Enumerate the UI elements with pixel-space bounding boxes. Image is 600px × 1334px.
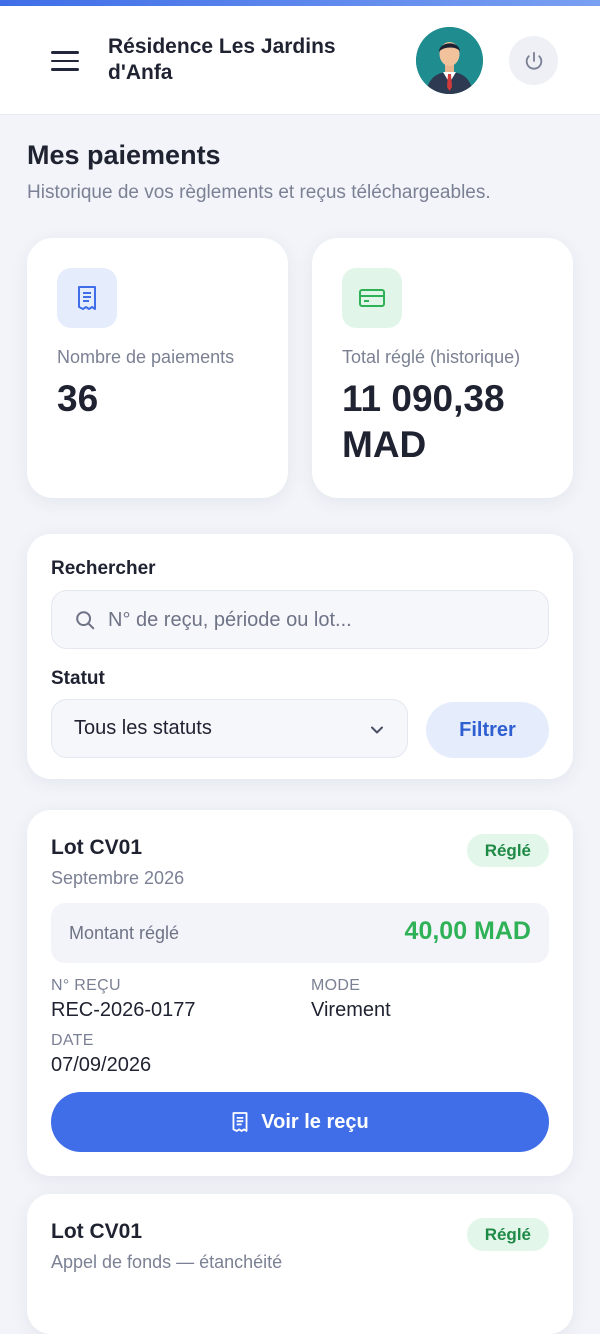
payment-lot: Lot CV01 bbox=[51, 836, 143, 859]
page-title: Mes paiements bbox=[27, 140, 221, 170]
stat-card-payments-count: Nombre de paiements 36 bbox=[27, 238, 288, 498]
status-select-value: Tous les statuts bbox=[74, 717, 212, 739]
amount-label: Montant réglé bbox=[69, 923, 180, 943]
stat-value: 36 bbox=[57, 378, 99, 419]
residence-title: Résidence Les Jardins d'Anfa bbox=[108, 35, 336, 84]
payment-period: Septembre 2026 bbox=[51, 868, 185, 888]
receipt-number-value: REC-2026-0177 bbox=[51, 999, 196, 1021]
payment-mode-label: MODE bbox=[311, 977, 361, 994]
status-select[interactable]: Tous les statuts bbox=[51, 699, 408, 758]
receipt-icon bbox=[57, 268, 117, 328]
search-icon bbox=[76, 611, 95, 630]
payment-card: Lot CV01 Appel de fonds — étanchéité Rég… bbox=[27, 1194, 573, 1334]
payment-lot: Lot CV01 bbox=[51, 1220, 143, 1243]
search-input[interactable] bbox=[108, 599, 538, 641]
view-receipt-label: Voir le reçu bbox=[261, 1110, 369, 1133]
search-field[interactable] bbox=[51, 590, 549, 649]
stat-label: Total réglé (historique) bbox=[342, 347, 521, 367]
user-avatar-illustration bbox=[416, 27, 483, 94]
chevron-down-icon bbox=[371, 726, 383, 734]
search-label: Rechercher bbox=[51, 558, 156, 579]
user-avatar[interactable] bbox=[416, 27, 483, 94]
filter-panel: Rechercher Statut Tous les statuts Filtr… bbox=[27, 534, 573, 779]
page-subtitle: Historique de vos règlements et reçus té… bbox=[27, 182, 491, 203]
amount-value: 40,00 MAD bbox=[404, 917, 531, 945]
hamburger-menu-icon[interactable] bbox=[44, 44, 86, 78]
payment-card: Lot CV01 Septembre 2026 Réglé Montant ré… bbox=[27, 810, 573, 1176]
payment-date-value: 07/09/2026 bbox=[51, 1054, 152, 1076]
status-label: Statut bbox=[51, 668, 105, 689]
status-badge: Réglé bbox=[466, 1218, 549, 1251]
receipt-icon bbox=[232, 1112, 248, 1132]
stat-value: 11 090,38 MAD bbox=[342, 378, 505, 465]
app-header: Résidence Les Jardins d'Anfa bbox=[0, 6, 600, 115]
power-icon[interactable] bbox=[509, 36, 558, 85]
credit-card-icon bbox=[342, 268, 402, 328]
payment-period: Appel de fonds — étanchéité bbox=[51, 1252, 283, 1272]
filter-button[interactable]: Filtrer bbox=[426, 702, 549, 758]
amount-box: Montant réglé 40,00 MAD bbox=[51, 903, 549, 963]
status-badge: Réglé bbox=[466, 834, 549, 867]
payment-mode-value: Virement bbox=[311, 999, 391, 1021]
stat-card-total-paid: Total réglé (historique) 11 090,38 MAD bbox=[312, 238, 573, 498]
view-receipt-button[interactable]: Voir le reçu bbox=[51, 1092, 549, 1152]
receipt-number-label: N° REÇU bbox=[51, 977, 121, 994]
stat-label: Nombre de paiements bbox=[57, 347, 235, 367]
payment-date-label: DATE bbox=[51, 1032, 94, 1049]
